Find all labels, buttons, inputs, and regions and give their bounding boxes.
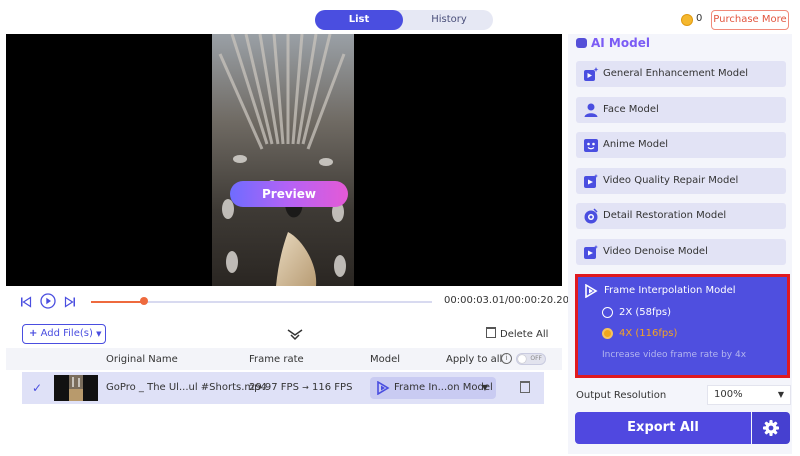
- option-4x[interactable]: 4X (116fps): [619, 328, 677, 339]
- enhance-icon: [584, 67, 599, 81]
- frame-interpolation-icon: [377, 381, 390, 395]
- model-anime[interactable]: Anime Model: [576, 132, 786, 158]
- model-detail-restoration[interactable]: Detail Restoration Model: [576, 203, 786, 229]
- col-model: Model: [370, 354, 401, 365]
- add-files-button[interactable]: + Add File(s) ▼: [22, 324, 106, 344]
- model-face[interactable]: Face Model: [576, 97, 786, 123]
- chevron-down-icon: ▼: [777, 390, 784, 399]
- file-thumbnail: [54, 375, 98, 401]
- model-label: Face Model: [603, 104, 659, 115]
- frame-rate-value: 29.97 FPS → 116 FPS: [249, 382, 352, 393]
- skip-back-icon[interactable]: [20, 296, 32, 308]
- progress-handle[interactable]: [139, 297, 148, 305]
- file-name: GoPro _ The Ul...ul #Shorts.mp4: [106, 382, 267, 393]
- toggle-label: OFF: [530, 355, 542, 362]
- chevron-down-icon: ▼: [481, 383, 488, 392]
- progress-track[interactable]: [91, 297, 432, 305]
- video-thumbnail-image: [212, 34, 354, 286]
- delete-all-button[interactable]: Delete All: [486, 327, 548, 340]
- model-label: Anime Model: [603, 139, 669, 150]
- add-files-label: Add File(s): [40, 328, 93, 339]
- model-label: Video Denoise Model: [603, 246, 708, 257]
- output-resolution-value: 100%: [714, 389, 743, 400]
- row-model-dropdown[interactable]: Frame In...on Model ▼: [370, 377, 496, 399]
- anime-icon: [584, 139, 598, 152]
- option-2x[interactable]: 2X (58fps): [619, 307, 671, 318]
- purchase-more-button[interactable]: Purchase More: [711, 10, 789, 30]
- play-icon[interactable]: [40, 293, 56, 309]
- model-general-enhancement[interactable]: General Enhancement Model: [576, 61, 786, 87]
- delete-all-label: Delete All: [500, 329, 549, 340]
- check-icon[interactable]: ✓: [32, 381, 42, 395]
- tab-list[interactable]: List: [315, 10, 403, 30]
- model-label: General Enhancement Model: [603, 68, 749, 79]
- repair-icon: [584, 174, 599, 188]
- video-frame: [212, 34, 354, 286]
- file-table-header: Original Name Frame rate Model Apply to …: [6, 348, 562, 370]
- model-video-quality-repair[interactable]: Video Quality Repair Model: [576, 168, 786, 194]
- model-label: Video Quality Repair Model: [603, 175, 739, 186]
- radio-2x[interactable]: [602, 307, 613, 318]
- panel-title-text: AI Model: [591, 36, 650, 50]
- arrow-right-icon: →: [302, 383, 309, 392]
- timecode: 00:00:03.01/00:00:20.20: [444, 295, 569, 306]
- chevron-down-icon: ▼: [96, 330, 102, 338]
- progress-fill: [91, 301, 144, 303]
- frame-interpolation-hint: Increase video frame rate by 4x: [602, 350, 747, 360]
- transport-bar: 00:00:03.01/00:00:20.20: [6, 290, 569, 314]
- export-settings-button[interactable]: [752, 412, 790, 444]
- coin-count: 0: [696, 13, 703, 24]
- trash-icon: [486, 327, 496, 338]
- panel-title: AI Model: [576, 36, 650, 50]
- plus-icon: +: [29, 328, 38, 339]
- row-model-label: Frame In...on Model: [394, 382, 493, 393]
- output-resolution-label: Output Resolution: [576, 390, 667, 401]
- fps-target: 116 FPS: [312, 382, 353, 393]
- fps-source: 29.97 FPS: [249, 382, 299, 393]
- collapse-icon[interactable]: [287, 328, 303, 342]
- model-frame-interpolation[interactable]: Frame Interpolation Model 2X (58fps) 4X …: [575, 274, 790, 378]
- preview-button[interactable]: Preview: [230, 181, 348, 207]
- detail-icon: [584, 208, 598, 224]
- frame-interpolation-icon: [585, 284, 598, 298]
- skip-forward-icon[interactable]: [64, 296, 76, 308]
- toggle-knob: [518, 355, 526, 363]
- output-resolution-select[interactable]: 100% ▼: [707, 385, 791, 405]
- col-apply-to-all: Apply to all: [446, 354, 503, 365]
- apply-to-all-toggle[interactable]: OFF: [516, 353, 546, 365]
- export-all-button[interactable]: Export All: [575, 412, 751, 444]
- model-video-denoise[interactable]: Video Denoise Model: [576, 239, 786, 265]
- gear-icon: [763, 420, 779, 436]
- view-switch: List History: [315, 10, 493, 30]
- top-bar: List History 0 Purchase More: [0, 0, 800, 36]
- app-window: List History 0 Purchase More Preview 00:…: [0, 0, 800, 456]
- frame-interpolation-title: Frame Interpolation Model: [604, 285, 736, 296]
- radio-4x[interactable]: [602, 328, 613, 339]
- table-row[interactable]: ✓ GoPro _ The Ul...ul #Shorts.mp4 29.97 …: [22, 372, 544, 404]
- col-original-name: Original Name: [106, 354, 178, 365]
- coin-icon: [681, 14, 693, 26]
- tab-history[interactable]: History: [405, 10, 493, 30]
- robot-icon: [576, 38, 587, 48]
- denoise-icon: [584, 245, 599, 259]
- model-label: Detail Restoration Model: [603, 210, 727, 221]
- face-icon: [584, 103, 598, 117]
- col-frame-rate: Frame rate: [249, 354, 304, 365]
- video-preview: Preview: [6, 34, 562, 286]
- info-icon[interactable]: i: [501, 353, 512, 364]
- trash-icon[interactable]: [520, 381, 530, 393]
